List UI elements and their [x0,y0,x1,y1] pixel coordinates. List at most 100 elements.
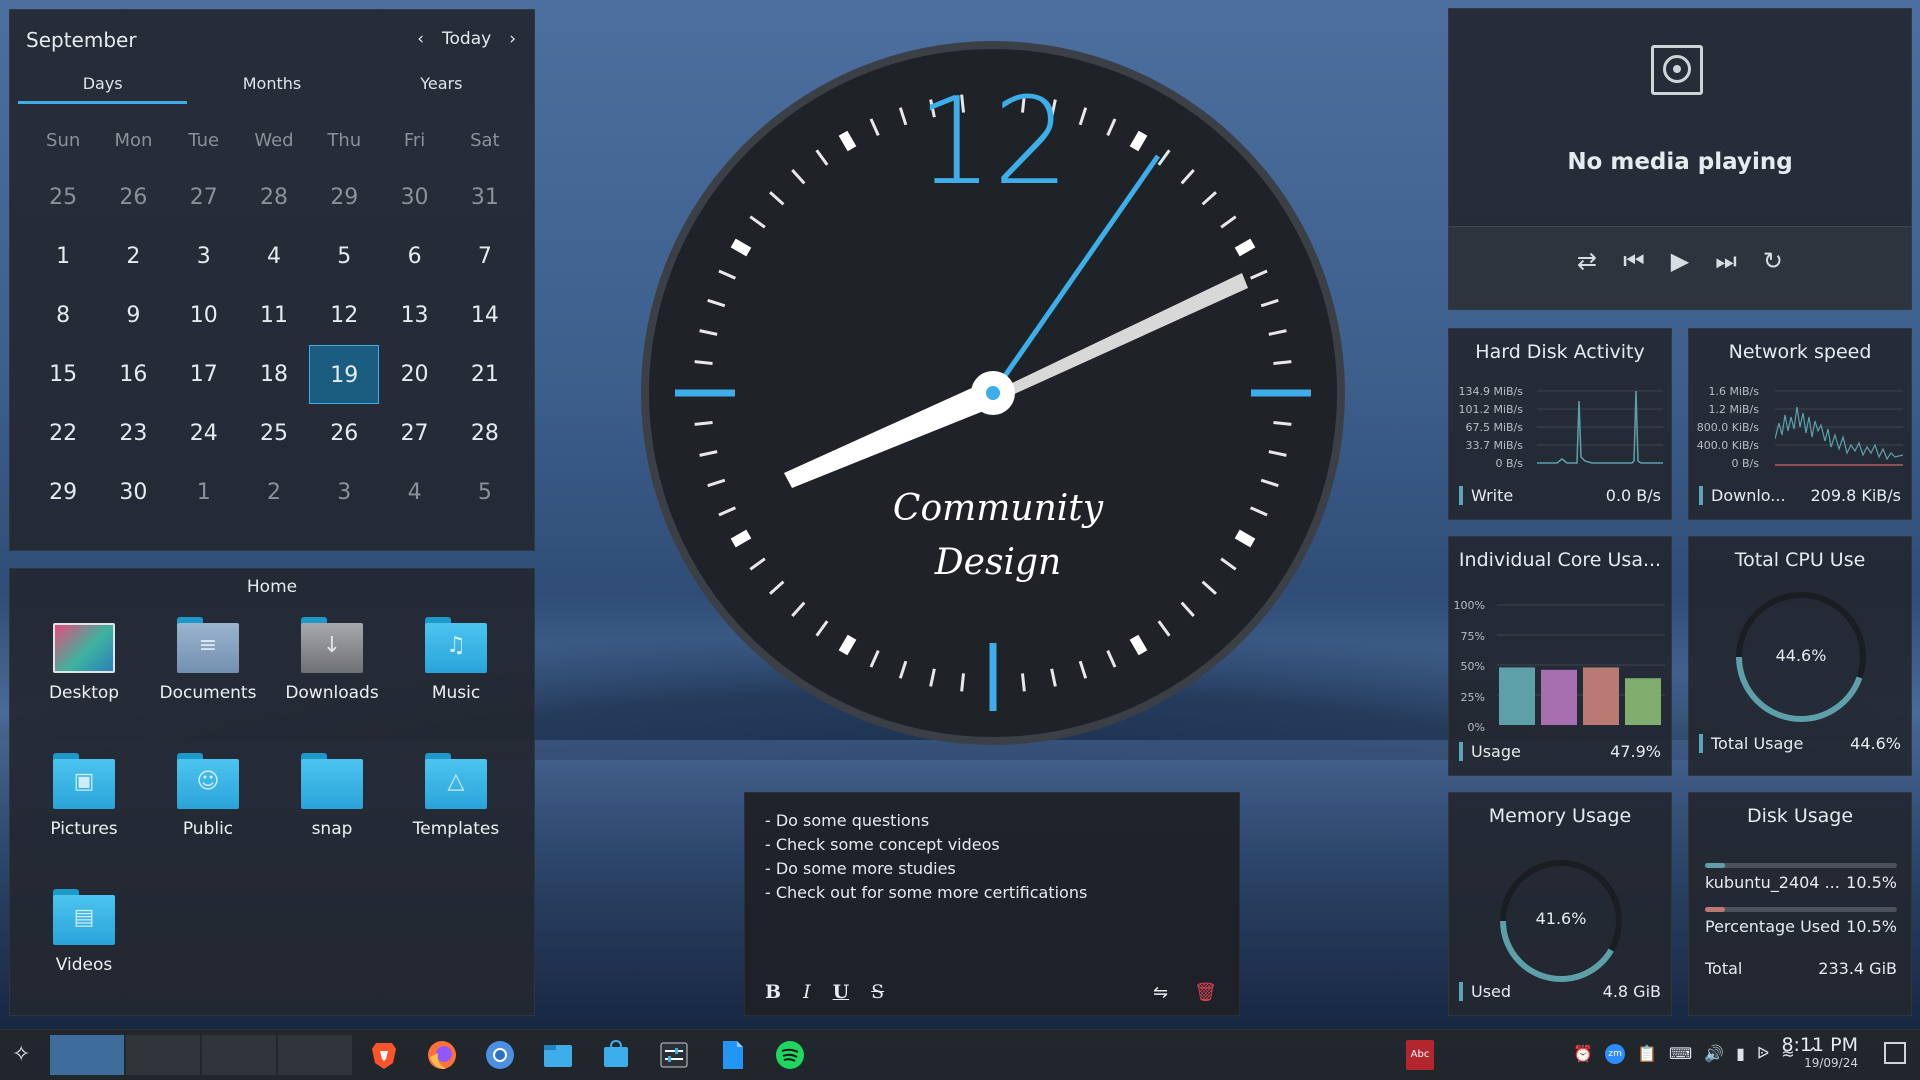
axis-tick: 0 B/s [1495,457,1523,470]
play-icon[interactable]: ▶ [1671,247,1689,275]
chromium-icon[interactable] [484,1039,516,1071]
calendar-day[interactable]: 15 [28,345,98,404]
calendar-day[interactable]: 4 [239,227,309,286]
folder-item[interactable]: ≡ Documents [146,609,270,721]
zoom-icon[interactable]: zm [1605,1044,1626,1064]
firefox-icon[interactable] [426,1039,458,1071]
desktop-1[interactable] [50,1035,124,1075]
folder-item[interactable]: ↓ Downloads [270,609,394,721]
calendar-day[interactable]: 4 [379,463,449,522]
calendar-day[interactable]: 17 [169,345,239,404]
volume-icon[interactable]: 🔊 [1704,1044,1724,1064]
tab-days[interactable]: Days [18,64,188,104]
clock-brand-line1: Community [893,488,1104,529]
spotify-icon[interactable] [774,1039,806,1071]
calendar-day[interactable]: 5 [450,463,520,522]
calendar-day[interactable]: 28 [239,168,309,227]
previous-track-icon[interactable]: ⏮ [1623,247,1645,275]
chevron-left-icon[interactable]: ‹ [417,29,424,49]
repeat-icon[interactable]: ↻ [1763,247,1783,275]
network-speed-graph [1775,390,1903,466]
calendar-day[interactable]: 30 [379,168,449,227]
calendar-day[interactable]: 14 [450,286,520,345]
today-button[interactable]: Today [442,29,491,49]
calendar-day[interactable]: 21 [450,345,520,404]
calendar-day[interactable]: 26 [98,168,168,227]
desktop-4[interactable] [278,1035,352,1075]
calendar-day[interactable]: 2 [98,227,168,286]
notes-widget[interactable]: - Do some questions - Check some concept… [744,792,1240,1016]
axis-tick: 800.0 KiB/s [1696,421,1759,434]
calendar-day[interactable]: 10 [169,286,239,345]
calendar-day[interactable]: 11 [239,286,309,345]
calendar-day[interactable]: 5 [309,227,379,286]
calendar-day[interactable]: 18 [239,345,309,404]
alarm-icon[interactable]: ⏰ [1573,1044,1593,1064]
calendar-day[interactable]: 23 [98,404,168,463]
underline-button[interactable]: U [833,981,850,1003]
file-manager-icon[interactable] [542,1039,574,1071]
folder-item[interactable]: ▣ Pictures [22,745,146,857]
calendar-day[interactable]: 3 [169,227,239,286]
app-launcher-icon[interactable]: ✧ [12,1042,30,1067]
folder-item[interactable]: △ Templates [394,745,518,857]
show-desktop-icon[interactable] [1884,1042,1906,1064]
calendar-day[interactable]: 27 [169,168,239,227]
keyboard-icon[interactable]: ⌨ [1669,1044,1692,1064]
sliders-icon[interactable]: ⇋ [1153,982,1168,1003]
desktop-3[interactable] [202,1035,276,1075]
tab-years[interactable]: Years [357,64,526,104]
calendar-day[interactable]: 12 [309,286,379,345]
clock-time: 8:11 PM [1781,1034,1858,1056]
tab-months[interactable]: Months [187,64,356,104]
desktop-2[interactable] [126,1035,200,1075]
shuffle-icon[interactable]: ⇄ [1577,247,1597,275]
calendar-day[interactable]: 30 [98,463,168,522]
calendar-day[interactable]: 7 [450,227,520,286]
document-icon[interactable] [716,1039,748,1071]
calendar-day[interactable]: 22 [28,404,98,463]
chevron-right-icon[interactable]: › [509,29,516,49]
calendar-day[interactable]: 29 [28,463,98,522]
calendar-day[interactable]: 26 [309,404,379,463]
calendar-day[interactable]: 9 [98,286,168,345]
battery-icon[interactable]: ▮ [1736,1044,1745,1064]
italic-button[interactable]: I [803,981,811,1003]
clipboard-icon[interactable]: 📋 [1637,1044,1657,1064]
calendar-day[interactable]: 8 [28,286,98,345]
folder-item[interactable]: ☺ Public [146,745,270,857]
calendar-day[interactable]: 13 [379,286,449,345]
calendar-day[interactable]: 16 [98,345,168,404]
calendar-day[interactable]: 29 [309,168,379,227]
next-track-icon[interactable]: ⏭ [1715,247,1737,275]
calendar-day-today[interactable]: 19 [309,345,380,404]
calendar-day[interactable]: 28 [450,404,520,463]
trash-icon[interactable]: 🗑 [1194,982,1217,1003]
folder-item[interactable]: ♫ Music [394,609,518,721]
calendar-day[interactable]: 6 [379,227,449,286]
calendar-day[interactable]: 25 [239,404,309,463]
folder-item[interactable]: snap [270,745,394,857]
folder-item[interactable]: ▤ Videos [22,881,146,993]
calendar-day[interactable]: 27 [379,404,449,463]
notes-text[interactable]: - Do some questions - Check some concept… [745,809,1087,905]
folder-item[interactable]: Desktop [22,609,146,721]
settings-icon[interactable] [658,1039,690,1071]
calendar-day[interactable]: 31 [450,168,520,227]
bluetooth-icon[interactable]: ᐉ [1757,1044,1769,1064]
calendar-day[interactable]: 1 [28,227,98,286]
widget-title: Hard Disk Activity [1475,341,1645,363]
calendar-day[interactable]: 25 [28,168,98,227]
bold-button[interactable]: B [765,981,781,1003]
calendar-day[interactable]: 1 [169,463,239,522]
spellcheck-icon[interactable]: Abc [1406,1040,1434,1070]
store-icon[interactable] [600,1039,632,1071]
strikethrough-button[interactable]: S [871,981,884,1003]
digital-clock[interactable]: 8:11 PM 19/09/24 [1781,1034,1858,1070]
calendar-day[interactable]: 20 [379,345,449,404]
calendar-day[interactable]: 3 [309,463,379,522]
brave-icon[interactable] [368,1039,400,1071]
calendar-day[interactable]: 2 [239,463,309,522]
calendar-day[interactable]: 24 [169,404,239,463]
public-folder-icon: ☺ [177,753,239,809]
